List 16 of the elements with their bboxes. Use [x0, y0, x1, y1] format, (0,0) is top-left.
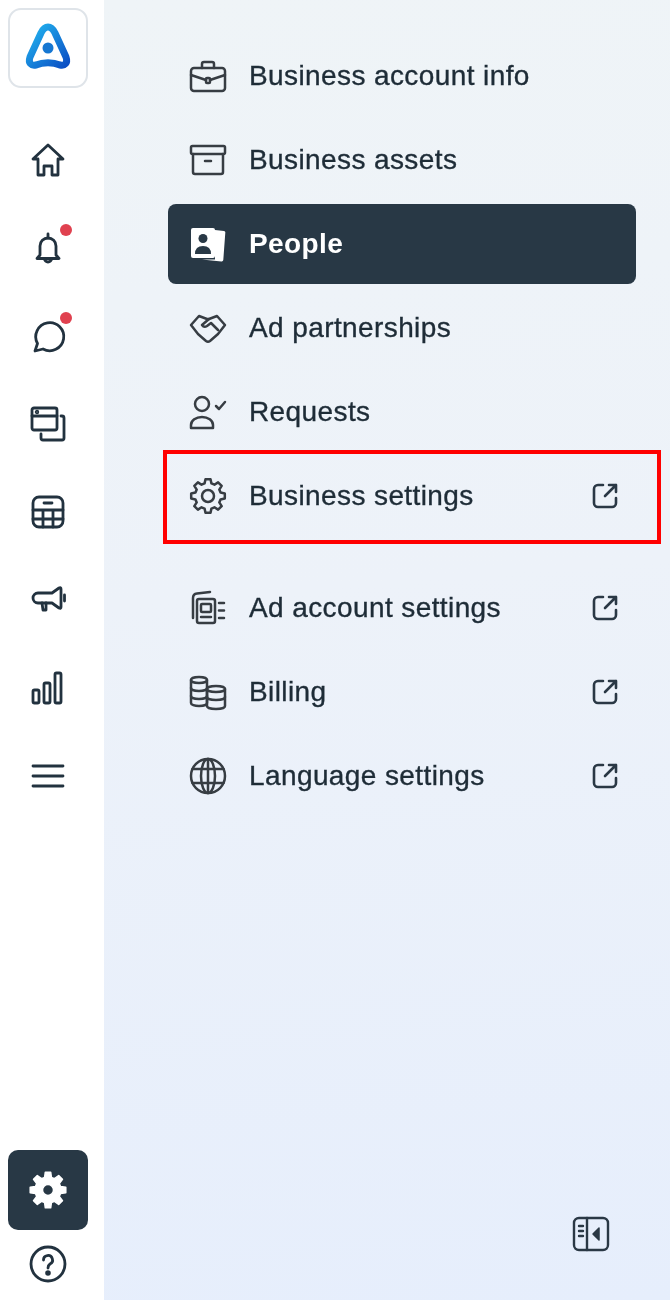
stacked-windows-icon[interactable] — [28, 404, 68, 444]
menu-item[interactable]: Language settings — [168, 736, 636, 816]
menu-item[interactable]: Billing — [168, 652, 636, 732]
menu-item[interactable]: Business assets — [168, 120, 636, 200]
settings-button[interactable] — [8, 1150, 88, 1230]
globe-icon — [188, 756, 228, 796]
help-icon[interactable] — [28, 1244, 68, 1284]
menu-item[interactable]: People — [168, 204, 636, 284]
menu-item[interactable]: Ad partnerships — [168, 288, 636, 368]
settings-icon — [188, 476, 228, 516]
menu-item[interactable]: Business settings — [168, 456, 636, 536]
menu-item[interactable]: Ad account settings — [168, 568, 636, 648]
menu-item[interactable]: Business account info — [168, 36, 636, 116]
panel-toggle-icon[interactable] — [572, 1215, 610, 1253]
logo-icon[interactable] — [8, 8, 88, 88]
menu-item[interactable]: Requests — [168, 372, 636, 452]
